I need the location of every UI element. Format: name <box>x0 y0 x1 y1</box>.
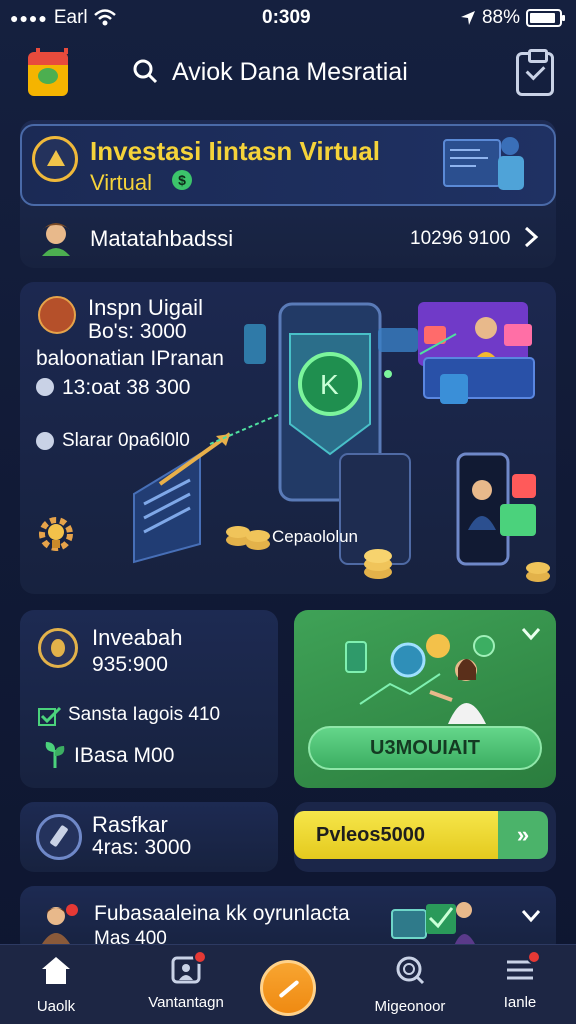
tab-home[interactable]: Uaolk <box>28 954 84 1020</box>
menu-notification-badge <box>527 950 541 964</box>
signal-dots: ●●●● <box>10 10 48 26</box>
bottom-card-illustration <box>391 902 476 946</box>
app-header: Aviok Dana Mesratiai <box>0 40 576 112</box>
battery-icon <box>526 9 565 27</box>
account-row-value: 10296 9100 <box>410 228 511 249</box>
battery-fill <box>530 13 555 23</box>
status-time: 0:309 <box>262 7 311 28</box>
tab-search[interactable]: Migeonoor <box>350 954 470 1020</box>
center-action-button[interactable] <box>260 960 316 1016</box>
carrier-label: Earl <box>53 7 88 28</box>
forward-arrow-button[interactable]: » <box>498 811 548 859</box>
feature-line-3: baloonatian IPranan <box>36 347 224 370</box>
account-row-label: Matatahbadssi <box>90 226 234 251</box>
plant-icon <box>45 742 65 768</box>
tab-messages-label: Vantantagn <box>148 994 224 1011</box>
action-button[interactable]: Pvleos5000 <box>294 811 498 859</box>
gear-bulb-icon <box>39 517 73 551</box>
location-arrow-icon <box>460 11 475 25</box>
page-title: Aviok Dana Mesratiai <box>172 58 408 86</box>
feature-line-1: Inspn Uigail <box>88 295 203 320</box>
hero-subtitle: Virtual <box>90 170 152 195</box>
rasfkar-amount: 4ras: 3000 <box>92 836 192 859</box>
avatar <box>42 223 70 256</box>
wifi-icon <box>93 9 116 26</box>
svg-text:K: K <box>320 369 339 400</box>
message-icon <box>169 950 207 986</box>
hero-illustration <box>443 137 524 190</box>
close-circle-icon <box>36 378 54 396</box>
tab-search-label: Migeonoor <box>374 998 446 1015</box>
chevron-right-icon[interactable] <box>520 226 540 248</box>
tab-home-label: Uaolk <box>36 998 76 1015</box>
check-circle-icon <box>36 432 54 450</box>
feature-line-4: 13:oat 38 300 <box>62 376 191 399</box>
compass-icon <box>36 814 82 860</box>
profile-avatar <box>38 296 76 334</box>
promo-button[interactable]: U3MOUIAIT <box>308 726 542 770</box>
rasfkar-title: Rasfkar <box>92 812 168 837</box>
clipboard-check-icon[interactable] <box>516 49 554 96</box>
feature-line-5: Slarar 0pa6l0l0 <box>62 430 190 451</box>
badge-icon <box>32 136 78 182</box>
money-icon: $ <box>172 170 192 190</box>
wallet-icon <box>38 628 78 668</box>
home-icon <box>42 957 70 984</box>
invest-check-line: Sansta Iagois 410 <box>68 704 221 725</box>
magnifier-icon <box>396 956 425 985</box>
invest-amount: 935:900 <box>92 653 168 676</box>
calendar-app-icon[interactable] <box>28 48 68 96</box>
tab-menu[interactable]: Ianle <box>480 950 560 1020</box>
tab-menu-label: Ianle <box>503 994 537 1011</box>
checkbox-icon <box>38 706 62 726</box>
notification-badge <box>193 950 207 964</box>
tab-messages[interactable]: Vantantagn <box>126 950 246 1020</box>
chevron-down-icon[interactable] <box>520 626 542 642</box>
hero-title: Investasi Iintasn Virtual <box>90 136 380 166</box>
status-bar: ●●●● Earl 0:309 88% <box>0 0 576 36</box>
search-icon[interactable] <box>132 58 158 84</box>
coins-label: Cepaololun <box>272 527 359 546</box>
expand-chevron-icon[interactable] <box>520 908 542 924</box>
battery-percent: 88% <box>481 7 520 28</box>
feature-line-2: Bo's: 3000 <box>88 320 187 343</box>
invest-plant-line: IBasa M00 <box>74 744 175 767</box>
person-icon <box>42 904 78 944</box>
invest-title: Inveabah <box>92 625 183 650</box>
promo-illustration <box>345 634 495 724</box>
menu-icon <box>503 950 541 986</box>
bottom-card-title: Fubasaaleina kk oyrunlacta <box>94 902 350 925</box>
